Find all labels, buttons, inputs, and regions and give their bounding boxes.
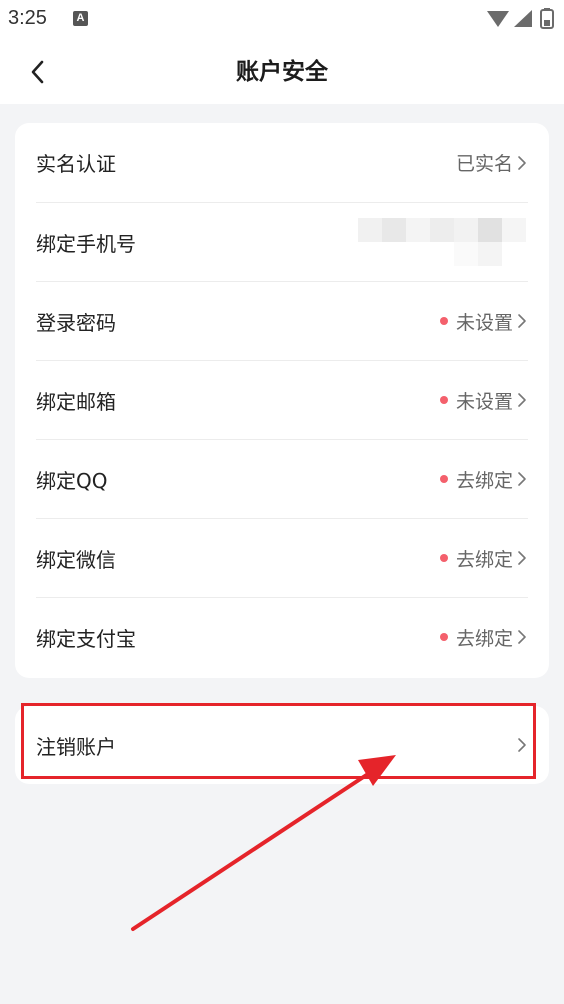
chevron-right-icon (516, 312, 528, 330)
page-title: 账户安全 (236, 59, 328, 85)
row-right: 去绑定 (439, 545, 528, 572)
status-dot (439, 554, 448, 562)
row-value: 去绑定 (455, 627, 513, 650)
chevron-right-icon (516, 154, 528, 172)
row-label: 绑定QQ (36, 468, 108, 493)
row-value: 未设置 (455, 390, 513, 413)
wifi-icon (487, 11, 509, 27)
signal-icon (514, 10, 532, 27)
row-label: 绑定支付宝 (36, 626, 136, 651)
row-value: 去绑定 (455, 469, 513, 492)
row-value: 已实名 (455, 153, 513, 175)
masked-phone-number (358, 218, 528, 266)
navigation-header: 账户安全 (0, 40, 564, 104)
row-right: 去绑定 (439, 624, 528, 651)
row-right: 未设置 (439, 308, 528, 335)
back-button[interactable] (18, 52, 58, 92)
row-bind-phone[interactable]: 绑定手机号 (36, 202, 528, 281)
chevron-left-icon (31, 60, 44, 84)
row-label: 绑定邮箱 (36, 389, 116, 414)
status-dot (439, 396, 448, 404)
row-bind-wechat[interactable]: 绑定微信 去绑定 (36, 518, 528, 597)
row-value: 去绑定 (455, 548, 513, 571)
row-label: 登录密码 (36, 310, 116, 335)
chevron-right-icon (516, 391, 528, 409)
cancel-account-card: 注销账户 (15, 706, 549, 784)
status-dot (439, 317, 448, 325)
cancel-account-label: 注销账户 (36, 734, 116, 759)
status-bar: 3:25 A (0, 0, 564, 40)
row-real-name-verification[interactable]: 实名认证 已实名 (36, 123, 528, 202)
row-bind-email[interactable]: 绑定邮箱 未设置 (36, 360, 528, 439)
status-dot (439, 475, 448, 483)
notification-icon: A (73, 11, 88, 26)
battery-icon (540, 8, 554, 29)
status-icons (487, 8, 554, 29)
row-bind-qq[interactable]: 绑定QQ 去绑定 (36, 439, 528, 518)
row-value: 未设置 (455, 311, 513, 334)
cancel-account-row[interactable]: 注销账户 (36, 706, 528, 784)
chevron-right-icon (516, 628, 528, 646)
chevron-right-icon (516, 549, 528, 567)
row-label: 绑定微信 (36, 547, 116, 572)
row-right: 未设置 (439, 387, 528, 414)
row-login-password[interactable]: 登录密码 未设置 (36, 281, 528, 360)
account-security-card: 实名认证 已实名 绑定手机号 登录密码 未设置 绑定邮箱 未设置 绑定QQ 去绑… (15, 123, 549, 678)
row-right: 去绑定 (439, 466, 528, 493)
notification-badge-text: A (76, 12, 85, 24)
row-right: 已实名 (456, 149, 528, 176)
chevron-right-icon (516, 470, 528, 488)
row-bind-alipay[interactable]: 绑定支付宝 去绑定 (36, 597, 528, 676)
chevron-right-icon (516, 736, 528, 754)
row-label: 绑定手机号 (36, 231, 136, 256)
status-dot (439, 633, 448, 641)
row-label: 实名认证 (36, 152, 116, 176)
status-time: 3:25 (8, 7, 47, 29)
